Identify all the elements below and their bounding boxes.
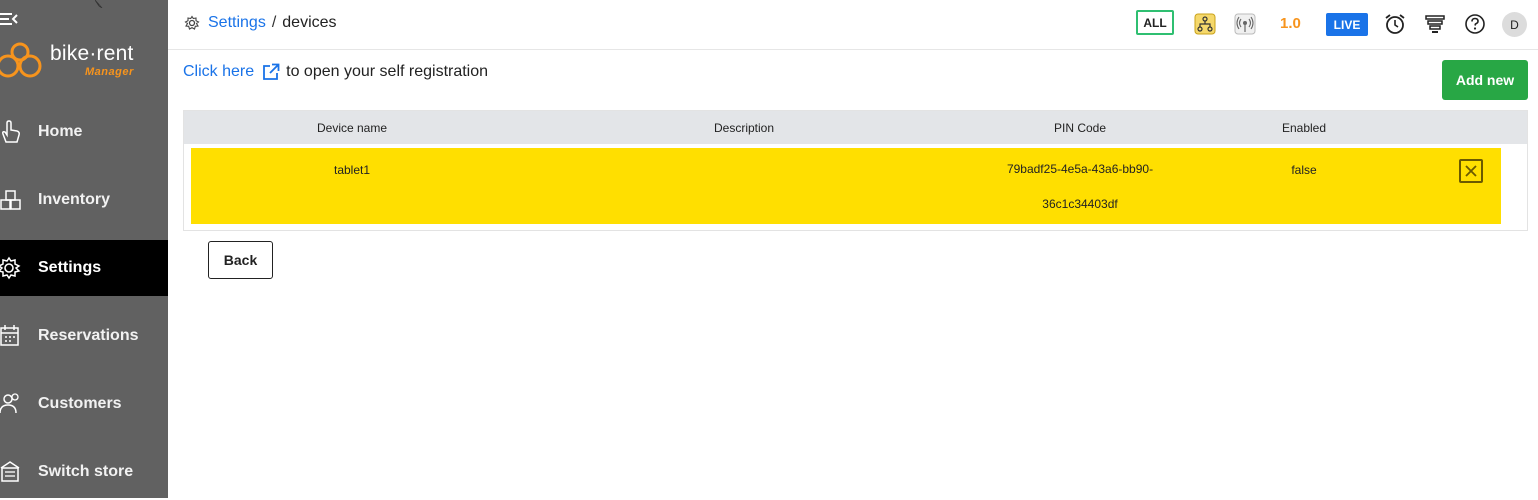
breadcrumb: Settings / devices xyxy=(184,14,337,32)
gear-icon xyxy=(0,256,21,280)
bike-logo-icon xyxy=(0,42,42,78)
live-mode-badge[interactable]: LIVE xyxy=(1326,13,1368,36)
self-registration-link[interactable]: Click here xyxy=(183,63,254,81)
logo-subtitle: Manager xyxy=(85,66,134,78)
sidebar-item-inventory[interactable]: Inventory xyxy=(0,172,168,228)
store-icon xyxy=(0,461,20,482)
add-new-button[interactable]: Add new xyxy=(1442,60,1528,100)
close-icon xyxy=(1465,165,1477,177)
sidebar-item-label: Inventory xyxy=(38,191,111,208)
users-icon xyxy=(0,393,19,414)
version-indicator[interactable]: 1.0 xyxy=(1280,15,1301,32)
sidebar-item-reservations[interactable]: Reservations xyxy=(0,308,168,364)
broadcast-icon[interactable] xyxy=(1234,13,1256,35)
devices-table: Device name Description PIN Code Enabled… xyxy=(183,110,1528,231)
network-icon[interactable] xyxy=(1194,13,1216,35)
alarm-clock-icon[interactable] xyxy=(1384,13,1406,35)
sidebar-item-label: Home xyxy=(38,123,83,140)
hand-pointer-icon xyxy=(2,120,20,143)
logo-wordmark: bike·rent xyxy=(50,42,134,65)
sidebar-item-switch-store[interactable]: Switch store xyxy=(0,444,168,500)
breadcrumb-settings-link[interactable]: Settings xyxy=(208,14,266,32)
self-registration-line: Click here to open your self registratio… xyxy=(183,63,488,81)
store-filter-all-button[interactable]: ALL xyxy=(1136,10,1174,35)
app-logo[interactable]: bike·rent Manager xyxy=(0,38,168,84)
top-bar: Settings / devices ALL 1.0 LIVE D xyxy=(168,0,1538,50)
pin-code-line-1: 79badf25-4e5a-43a6-bb90- xyxy=(1006,162,1154,176)
back-button[interactable]: Back xyxy=(208,241,273,279)
gear-icon xyxy=(184,15,200,30)
calendar-icon xyxy=(0,325,19,346)
sidebar-item-settings[interactable]: Settings xyxy=(0,240,168,296)
table-header: Device name Description PIN Code Enabled xyxy=(184,111,1527,144)
sidebar-item-label: Switch store xyxy=(38,463,134,480)
mouse-cursor-icon xyxy=(95,0,103,8)
breadcrumb-current: devices xyxy=(282,14,337,31)
delete-device-button[interactable] xyxy=(1459,159,1483,183)
funnel-icon[interactable] xyxy=(1424,13,1446,35)
enabled-cell: false xyxy=(1291,163,1317,177)
column-header-pin-code[interactable]: PIN Code xyxy=(1054,121,1106,135)
sidebar: bike·rent Manager Home Inventory Setting… xyxy=(0,0,168,498)
boxes-icon xyxy=(0,190,21,210)
column-header-device-name[interactable]: Device name xyxy=(317,121,387,135)
external-link-icon[interactable] xyxy=(262,63,280,81)
sidebar-item-home[interactable]: Home xyxy=(0,104,168,160)
pin-code-cell: 79badf25-4e5a-43a6-bb90- 36c1c34403df xyxy=(1007,152,1153,222)
help-icon[interactable] xyxy=(1464,13,1486,35)
sidebar-item-customers[interactable]: Customers xyxy=(0,376,168,432)
sidebar-item-label: Settings xyxy=(38,259,102,276)
sidebar-item-label: Reservations xyxy=(38,327,139,344)
collapse-menu-icon[interactable] xyxy=(0,10,18,28)
pin-code-line-2: 36c1c34403df xyxy=(1042,197,1118,211)
breadcrumb-separator: / xyxy=(271,14,277,31)
column-header-enabled[interactable]: Enabled xyxy=(1282,121,1326,135)
device-name-cell: tablet1 xyxy=(333,163,371,177)
sidebar-item-label: Customers xyxy=(38,395,122,412)
self-registration-text: to open your self registration xyxy=(286,63,489,80)
column-header-description[interactable]: Description xyxy=(714,121,774,135)
avatar[interactable]: D xyxy=(1502,12,1527,37)
table-row[interactable]: tablet1 79badf25-4e5a-43a6-bb90- 36c1c34… xyxy=(191,148,1501,224)
